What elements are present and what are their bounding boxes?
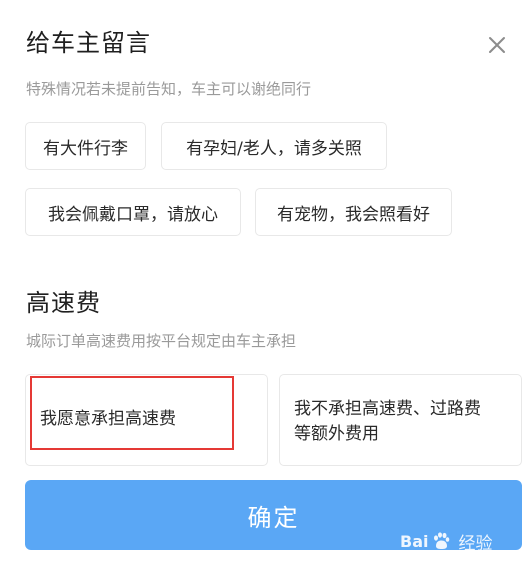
chip-pregnant-elderly[interactable]: 有孕妇/老人，请多关照 [161,122,387,170]
option-label: 我愿意承担高速费 [40,409,176,429]
chip-label: 有宠物，我会照看好 [277,204,430,225]
message-dialog: 给车主留言 特殊情况若未提前告知，车主可以谢绝同行 有大件行李 有孕妇/老人，请… [0,0,526,576]
chip-label: 有孕妇/老人，请多关照 [186,138,362,159]
confirm-button[interactable]: 确定 [25,480,522,550]
toll-section-title: 高速费 [26,289,101,317]
option-label-line1: 我不承担高速费、过路费 [294,399,481,419]
chip-label: 我会佩戴口罩，请放心 [48,204,218,225]
dialog-subtitle: 特殊情况若未提前告知，车主可以谢绝同行 [26,80,312,98]
toll-option-decline[interactable]: 我不承担高速费、过路费 等额外费用 [279,374,522,466]
chip-large-luggage[interactable]: 有大件行李 [25,122,146,170]
confirm-label: 确定 [247,503,300,532]
chip-wear-mask[interactable]: 我会佩戴口罩，请放心 [25,188,241,236]
chip-pet[interactable]: 有宠物，我会照看好 [255,188,452,236]
dialog-title: 给车主留言 [26,29,151,57]
close-icon [489,37,505,53]
chip-label: 有大件行李 [43,138,128,159]
toll-section-subtitle: 城际订单高速费用按平台规定由车主承担 [26,332,297,350]
close-button[interactable] [480,28,514,62]
toll-option-accept[interactable]: 我愿意承担高速费 [25,374,268,466]
option-label-line2: 等额外费用 [294,424,379,444]
